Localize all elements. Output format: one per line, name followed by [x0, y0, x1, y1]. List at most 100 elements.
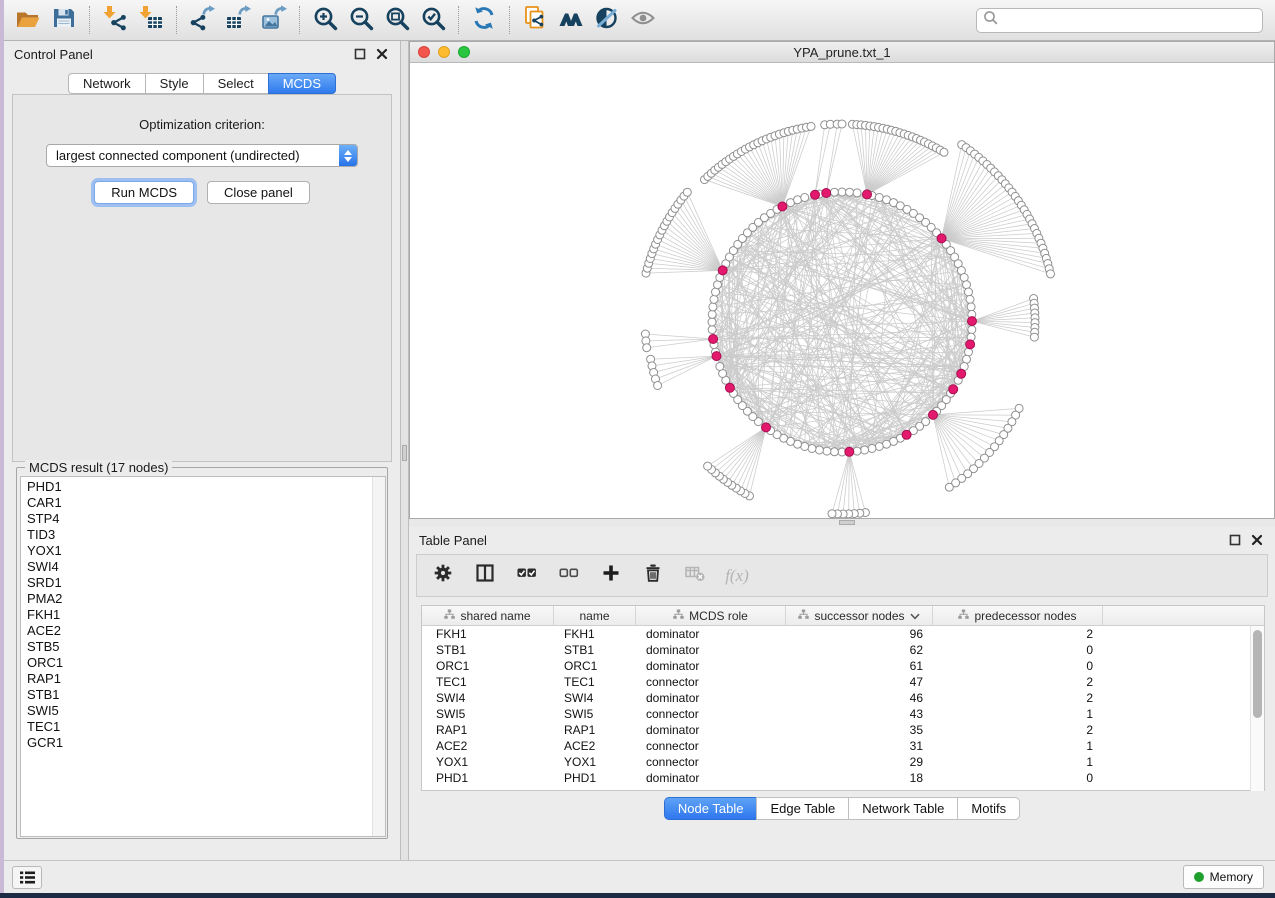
- mcds-result-item[interactable]: STB5: [27, 639, 385, 655]
- mcds-list-scrollbar[interactable]: [372, 477, 385, 836]
- column-header-successor-nodes[interactable]: successor nodes: [786, 606, 933, 625]
- select-all-button[interactable]: [515, 564, 539, 588]
- cell: STB1: [554, 643, 636, 657]
- network-file-button[interactable]: [517, 3, 553, 37]
- cell: ORC1: [422, 659, 554, 673]
- open-button[interactable]: [10, 3, 46, 37]
- tab-mcds[interactable]: MCDS: [268, 73, 336, 94]
- zoom-fit-button[interactable]: [379, 3, 415, 37]
- toolbar-separator: [458, 6, 459, 34]
- delete-button[interactable]: [641, 564, 665, 588]
- table-row[interactable]: STB1STB1dominator620: [422, 642, 1264, 658]
- zoom-out-button[interactable]: [343, 3, 379, 37]
- table-scrollbar[interactable]: [1250, 626, 1264, 791]
- export-table-button[interactable]: [220, 3, 256, 37]
- cell: RAP1: [554, 723, 636, 737]
- network-window-titlebar[interactable]: YPA_prune.txt_1: [410, 42, 1274, 63]
- column-header-MCDS-role[interactable]: MCDS role: [636, 606, 786, 625]
- search-field[interactable]: [976, 8, 1263, 33]
- mcds-result-item[interactable]: STP4: [27, 511, 385, 527]
- mcds-result-item[interactable]: TID3: [27, 527, 385, 543]
- table-row[interactable]: ACE2ACE2connector311: [422, 738, 1264, 754]
- columns-button[interactable]: [473, 564, 497, 588]
- close-panel-button[interactable]: [374, 46, 390, 62]
- task-history-button[interactable]: [12, 866, 42, 889]
- tab-edge-table[interactable]: Edge Table: [756, 797, 848, 820]
- horizontal-splitter[interactable]: [409, 519, 1275, 527]
- table-row[interactable]: YOX1YOX1connector291: [422, 754, 1264, 770]
- search-input[interactable]: [1003, 13, 1256, 27]
- add-button[interactable]: [599, 564, 623, 588]
- settings-button[interactable]: [431, 564, 455, 588]
- export-image-button[interactable]: [256, 3, 292, 37]
- save-button[interactable]: [46, 3, 82, 37]
- mcds-result-item[interactable]: PHD1: [27, 479, 385, 495]
- table-row[interactable]: SWI5SWI5connector431: [422, 706, 1264, 722]
- table-panel: Table Panel f(x) shared namenameMCDS rol…: [409, 527, 1275, 860]
- refresh-button[interactable]: [466, 3, 502, 37]
- optimization-criterion-select[interactable]: largest connected component (undirected): [46, 144, 358, 167]
- mcds-result-item[interactable]: STB1: [27, 687, 385, 703]
- mcds-result-item[interactable]: GCR1: [27, 735, 385, 751]
- close-table-panel-button[interactable]: [1249, 532, 1265, 548]
- mcds-result-list[interactable]: PHD1CAR1STP4TID3YOX1SWI4SRD1PMA2FKH1ACE2…: [20, 476, 386, 837]
- mcds-result-item[interactable]: RAP1: [27, 671, 385, 687]
- export-network-button[interactable]: [184, 3, 220, 37]
- mcds-result-item[interactable]: FKH1: [27, 607, 385, 623]
- cell: FKH1: [422, 627, 554, 641]
- cell: 2: [933, 723, 1103, 737]
- run-mcds-button[interactable]: Run MCDS: [94, 181, 194, 204]
- table-row[interactable]: PHD1PHD1dominator180: [422, 770, 1264, 786]
- zoom-selected-icon: [420, 5, 446, 36]
- hide-panels-icon: [594, 5, 620, 36]
- cell: PHD1: [422, 771, 554, 785]
- mcds-result-item[interactable]: SRD1: [27, 575, 385, 591]
- eye-button[interactable]: [625, 3, 661, 37]
- zoom-selected-button[interactable]: [415, 3, 451, 37]
- hide-panels-button[interactable]: [589, 3, 625, 37]
- cell: connector: [636, 739, 786, 753]
- mcds-result-item[interactable]: ORC1: [27, 655, 385, 671]
- table-scrollbar-thumb[interactable]: [1253, 630, 1262, 718]
- table-row[interactable]: SWI4SWI4dominator462: [422, 690, 1264, 706]
- column-label: shared name: [460, 609, 530, 623]
- table-row[interactable]: FKH1FKH1dominator962: [422, 626, 1264, 642]
- tab-select[interactable]: Select: [203, 73, 268, 94]
- table-row[interactable]: TEC1TEC1connector472: [422, 674, 1264, 690]
- column-header-name[interactable]: name: [554, 606, 636, 625]
- table-row[interactable]: RAP1RAP1dominator352: [422, 722, 1264, 738]
- tab-network[interactable]: Network: [68, 73, 145, 94]
- tab-style[interactable]: Style: [145, 73, 203, 94]
- memory-button[interactable]: Memory: [1183, 865, 1264, 889]
- import-table-button[interactable]: [133, 3, 169, 37]
- mcds-result-item[interactable]: PMA2: [27, 591, 385, 607]
- column-label: MCDS role: [689, 609, 748, 623]
- column-header-predecessor-nodes[interactable]: predecessor nodes: [933, 606, 1103, 625]
- mcds-result-item[interactable]: CAR1: [27, 495, 385, 511]
- horizontal-splitter-handle[interactable]: [839, 520, 855, 525]
- cell: 18: [786, 771, 933, 785]
- list-icon: [19, 870, 36, 885]
- tab-node-table[interactable]: Node Table: [664, 797, 757, 820]
- optimization-criterion-value: largest connected component (undirected): [47, 148, 339, 163]
- float-table-panel-button[interactable]: [1227, 532, 1243, 548]
- mcds-result-item[interactable]: SWI5: [27, 703, 385, 719]
- mcds-result-item[interactable]: TEC1: [27, 719, 385, 735]
- zoom-in-button[interactable]: [307, 3, 343, 37]
- vertical-splitter[interactable]: [400, 41, 409, 860]
- vertical-splitter-handle[interactable]: [402, 445, 407, 461]
- network-graph-canvas[interactable]: [410, 63, 1274, 518]
- deselect-all-button[interactable]: [557, 564, 581, 588]
- search-network-button[interactable]: [553, 3, 589, 37]
- column-header-shared-name[interactable]: shared name: [422, 606, 554, 625]
- mcds-result-item[interactable]: YOX1: [27, 543, 385, 559]
- tab-motifs[interactable]: Motifs: [957, 797, 1020, 820]
- table-row[interactable]: ORC1ORC1dominator610: [422, 658, 1264, 674]
- mcds-result-item[interactable]: ACE2: [27, 623, 385, 639]
- cell: dominator: [636, 771, 786, 785]
- mcds-result-item[interactable]: SWI4: [27, 559, 385, 575]
- import-network-button[interactable]: [97, 3, 133, 37]
- tab-network-table[interactable]: Network Table: [848, 797, 957, 820]
- close-panel-button-mcds[interactable]: Close panel: [207, 181, 310, 204]
- float-panel-button[interactable]: [352, 46, 368, 62]
